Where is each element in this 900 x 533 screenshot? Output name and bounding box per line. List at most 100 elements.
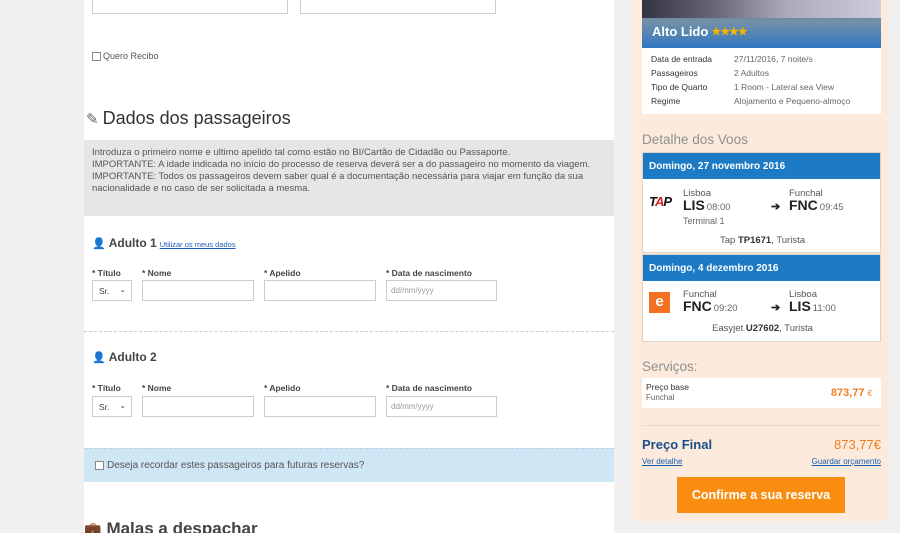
arrow-right-icon: ➔ [771,302,781,314]
detail-value: 2 Adultos [734,68,769,78]
easyjet-logo-icon: e [649,292,670,313]
person-icon: 👤 [92,238,106,250]
passenger-info-box: Introduza o primeiro nome e ultimo apeli… [84,140,614,216]
title-select-value: Sr. [99,286,110,296]
inbound-carrier: Easyjet U27602, Turista [643,323,882,334]
detail-value: Alojamento e Pequeno-almoço [734,96,851,106]
surname-label: * Apelido [264,383,301,393]
birth-label: * Data de nascimento [386,268,472,278]
detail-value: 27/11/2016, 7 noite/s [734,54,813,64]
base-price: 873,77 € [831,387,872,399]
inbound-flight-card: Domingo, 4 dezembro 2016 e Funchal FNC 09… [642,254,881,342]
luggage-title-text: Malas a despachar [106,519,258,533]
adult-2-birth-input[interactable]: dd/mm/yyyy [386,396,497,417]
passengers-title-text: Dados dos passageiros [102,108,291,128]
detail-key: Passageiros [651,68,698,78]
currency-symbol: € [867,389,872,398]
save-quote-link[interactable]: Guardar orçamento [812,457,881,466]
carrier-name: Easyjet [712,323,744,334]
adult-divider [84,331,614,332]
previous-field-1[interactable] [92,0,288,14]
flight-class: , Turista [779,323,813,334]
from-code: LIS 08:00 [683,197,731,213]
flight-class: , Turista [771,235,806,246]
inbound-date: Domingo, 4 dezembro 2016 [643,255,880,281]
from-code-text: FNC [683,298,712,314]
chevron-down-icon: ⌄ [119,401,126,410]
final-price-label: Preço Final [642,437,713,452]
previous-field-2[interactable] [300,0,496,14]
tap-logo-icon: TAP [649,194,672,209]
terminal: Terminal 1 [683,216,725,226]
person-icon: 👤 [92,352,106,364]
to-code-text: LIS [789,298,811,314]
final-price-divider [642,425,881,426]
remember-passengers-option[interactable]: Deseja recordar estes passageiros para f… [84,448,614,482]
confirm-booking-button[interactable]: Confirme a sua reserva [677,477,845,513]
remember-checkbox[interactable] [95,461,104,470]
flight-number: U27602 [745,323,780,334]
name-label: * Nome [142,268,172,278]
surname-label: * Apelido [264,268,301,278]
adult-2-surname-input[interactable] [264,396,376,417]
from-time: 09:20 [713,303,738,314]
to-time: 11:00 [812,303,836,314]
booking-page: Quero Recibo ✎ Dados dos passageiros Int… [0,0,900,533]
suitcase-icon: 💼 [84,520,102,533]
flight-number: TP1671 [737,235,772,246]
hotel-name-text: Alto Lido [652,24,709,39]
view-details-link[interactable]: Ver detalhe [642,457,682,466]
detail-key: Data de entrada [651,54,712,64]
carrier-name: Tap [719,235,736,246]
receipt-checkbox[interactable] [92,51,101,61]
passengers-section-title: ✎ Dados dos passageiros [86,108,291,129]
passenger-form-panel: Quero Recibo ✎ Dados dos passageiros Int… [84,0,614,533]
base-price-row: Preço base Funchal 873,77 € [642,378,881,408]
hotel-name: Alto Lido ★★★★ [652,24,748,39]
title-label: * Título [92,268,121,278]
adult-1-surname-input[interactable] [264,280,376,301]
outbound-date: Domingo, 27 novembro 2016 [643,153,880,179]
base-price-value: 873,77 [830,387,865,399]
detail-key: Regime [651,96,681,106]
star-rating-icon: ★★★★ [711,26,747,38]
hotel-detail-row: Data de entrada 27/11/2016, 7 noite/s [651,52,872,66]
hotel-detail-row: Tipo de Quarto 1 Room - Lateral sea View [651,80,872,94]
to-code: FNC 09:45 [789,197,844,213]
to-time: 09:45 [819,202,844,213]
name-label: * Nome [142,383,172,393]
adult-2-label: Adulto 2 [108,350,157,364]
from-time: 08:00 [706,202,731,213]
info-line: Introduza o primeiro nome e ultimo apeli… [92,147,511,158]
hotel-details: Data de entrada 27/11/2016, 7 noite/s Pas… [642,48,881,114]
birth-label: * Data de nascimento [386,383,472,393]
booking-summary-panel: Alto Lido ★★★★ Data de entrada 27/11/2016… [634,0,888,521]
outbound-flight-card: Domingo, 27 novembro 2016 TAP Lisboa LIS… [642,152,881,253]
to-code-text: FNC [789,197,818,213]
flights-title: Detalhe dos Voos [642,132,748,147]
use-my-data-link[interactable]: Utilizar os meus dados [160,240,236,249]
hotel-image: Alto Lido ★★★★ [642,0,881,48]
from-code: FNC 09:20 [683,298,738,314]
adult-2-name-input[interactable] [142,396,254,417]
hotel-building-image [642,0,881,18]
final-price-value: 873,77€ [834,437,881,452]
adult-1-birth-input[interactable]: dd/mm/yyyy [386,280,497,301]
title-label: * Título [92,383,121,393]
title-select-value: Sr. [99,402,110,412]
adult-2-title-select[interactable]: Sr. ⌄ [92,396,132,417]
detail-value: 1 Room - Lateral sea View [734,82,835,92]
adult-1-title: 👤 Adulto 1 Utilizar os meus dados [92,236,236,250]
services-title: Serviços: [642,359,698,374]
detail-key: Tipo de Quarto [651,82,708,92]
to-code: LIS 11:00 [789,298,836,314]
adult-2-title: 👤 Adulto 2 [92,350,157,364]
chevron-down-icon: ⌄ [119,285,126,294]
outbound-carrier: Tap TP1671, Turista [643,235,882,246]
adult-1-name-input[interactable] [142,280,254,301]
info-line: IMPORTANTE: A idade indicada no início d… [92,159,591,170]
from-code-text: LIS [683,197,705,213]
receipt-option[interactable]: Quero Recibo [92,51,159,61]
adult-1-title-select[interactable]: Sr. ⌄ [92,280,132,301]
receipt-label: Quero Recibo [103,51,159,61]
